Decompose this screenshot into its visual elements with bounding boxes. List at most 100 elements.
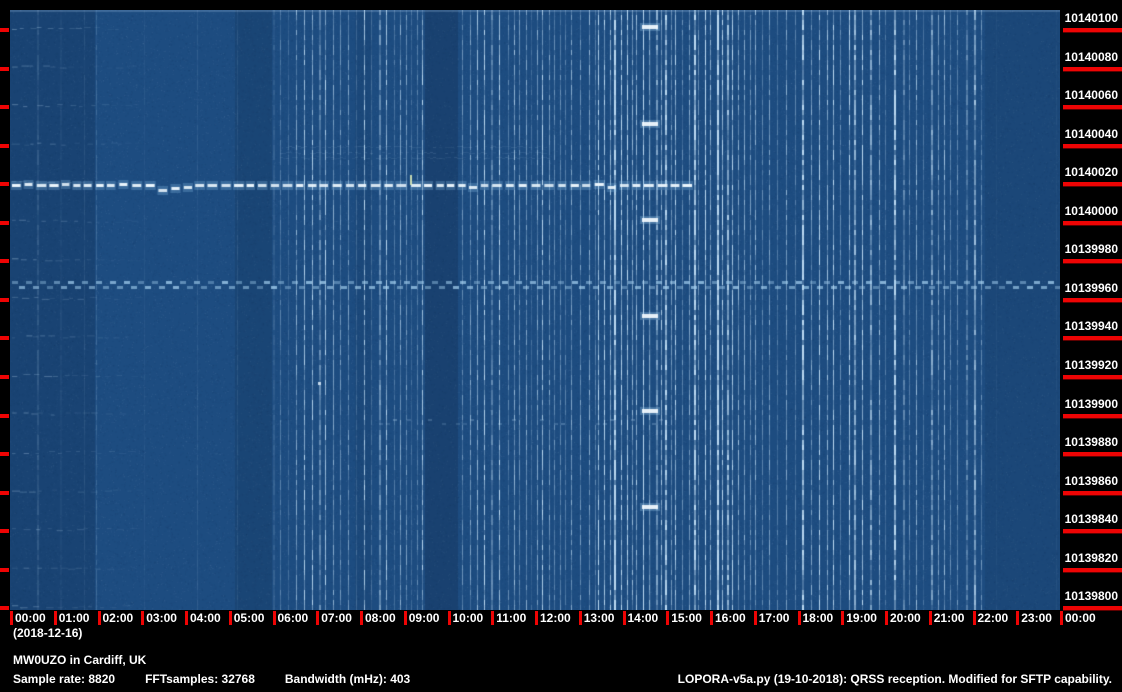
left-frequency-tick [0,336,9,341]
time-tick-label: 23:00 [1021,611,1052,625]
time-tick-label: 06:00 [277,611,309,625]
time-tick-label: 13:00 [583,611,615,625]
frequency-tick-label: 10139880 [1064,435,1118,450]
left-frequency-tick [0,567,9,572]
frequency-tick-bar [1063,567,1122,573]
stat-fft-samples: FFTsamples: 32768 [145,672,255,686]
time-tick-label: 16:00 [715,611,746,625]
time-tick [622,611,626,625]
time-tick-label: 02:00 [102,611,134,625]
left-frequency-tick [0,28,9,32]
frequency-tick-label: 10139820 [1064,550,1118,565]
time-tick-label: 00:00 [15,611,46,625]
time-tick [972,611,976,625]
frequency-tick-bar [1063,413,1122,419]
stat-sample-rate: Sample rate: 8820 [13,672,116,686]
date-label: (2018-12-16) [13,626,83,640]
time-tick [228,611,232,625]
frequency-tick-bar [1063,28,1122,33]
left-frequency-tick [0,182,9,187]
time-tick-label: 05:00 [233,611,265,625]
frequency-tick-label: 10140100 [1064,11,1118,25]
time-tick [447,611,451,625]
time-tick-label: 03:00 [146,611,177,625]
time-tick [360,611,363,625]
time-tick-label: 07:00 [321,611,352,625]
frequency-tick-bar [1063,529,1122,535]
left-frequency-tick [0,374,9,379]
time-tick [797,611,801,625]
stats-line: Sample rate: 8820 FFTsamples: 32768 Bandwi… [13,672,440,686]
time-tick [885,611,888,625]
time-tick [928,611,932,625]
time-tick [710,611,713,625]
frequency-tick-label: 10139800 [1064,589,1118,604]
time-tick [578,611,582,625]
frequency-tick-label: 10140060 [1064,88,1118,103]
software-credit-label: LOPORA-v5a.py (19-10-2018): QRSS recepti… [677,672,1112,686]
time-tick-label: 11:00 [496,611,527,625]
time-tick-label: 18:00 [802,611,834,625]
time-tick [185,611,188,625]
left-frequency-tick [0,220,9,225]
frequency-tick-bar [1063,452,1122,458]
time-tick-label: 12:00 [540,611,571,625]
frequency-tick-label: 10139960 [1064,280,1118,295]
left-frequency-tick [0,297,9,302]
time-tick-label: 17:00 [758,611,790,625]
frequency-tick-label: 10139980 [1064,242,1118,257]
time-tick [97,611,101,625]
time-tick-label: 00:00 [1065,611,1096,625]
frequency-tick-bar [1063,220,1122,226]
left-frequency-tick [0,66,9,71]
frequency-tick-bar [1063,297,1122,303]
frequency-tick-label: 10140020 [1064,165,1118,180]
time-tick [53,611,57,625]
frequency-tick-label: 10139940 [1064,319,1118,334]
time-tick-label: 22:00 [977,611,1009,625]
time-tick-label: 14:00 [627,611,659,625]
time-tick-label: 01:00 [58,611,90,625]
frequency-tick-label: 10140000 [1064,203,1118,218]
frequency-tick-label: 10140040 [1064,126,1118,141]
frequency-tick-bar [1063,490,1122,496]
time-tick-label: 21:00 [933,611,965,625]
frequency-tick-bar [1063,66,1122,72]
stat-bandwidth: Bandwidth (mHz): 403 [284,672,411,686]
time-tick-label: 08:00 [365,611,396,625]
frequency-tick-bar [1063,259,1122,265]
time-tick [1060,611,1063,625]
time-tick [141,611,145,625]
left-frequency-tick [0,490,9,495]
left-frequency-tick [0,529,9,534]
time-tick [491,611,495,625]
time-tick [10,611,13,625]
frequency-tick-label: 10139920 [1064,357,1118,372]
left-frequency-tick [0,143,9,148]
left-frequency-tick [0,606,9,611]
time-tick-label: 15:00 [671,611,702,625]
time-tick [841,611,845,625]
time-tick [316,611,320,625]
time-tick [666,611,670,625]
spectrogram-canvas [10,10,1060,610]
time-tick [1016,611,1020,625]
time-tick-label: 20:00 [890,611,921,625]
time-tick [272,611,276,625]
time-tick [403,611,407,625]
station-label: MW0UZO in Cardiff, UK [13,653,147,667]
frequency-tick-bar [1063,182,1122,188]
frequency-tick-bar [1063,374,1122,380]
left-frequency-tick [0,452,9,457]
frequency-tick-label: 10139860 [1064,473,1118,488]
time-tick-label: 10:00 [452,611,484,625]
frequency-tick-label: 10139840 [1064,512,1118,527]
frequency-tick-label: 10139900 [1064,396,1118,411]
left-frequency-tick [0,105,9,110]
frequency-tick-bar [1063,143,1122,149]
time-tick [535,611,538,625]
frequency-tick-label: 10140080 [1064,49,1118,64]
left-frequency-tick [0,413,9,418]
frequency-tick-bar [1063,105,1122,111]
left-frequency-tick [0,259,9,264]
